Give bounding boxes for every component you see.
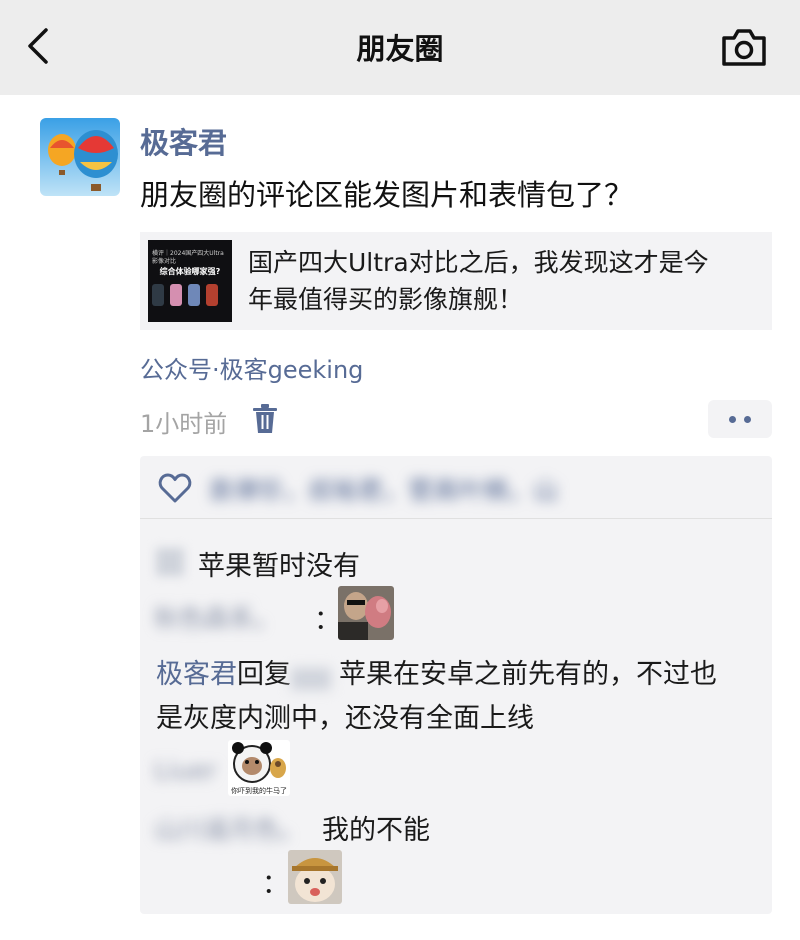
- reply-to-name[interactable]: [291, 667, 331, 690]
- commenter-name[interactable]: 山川遥月色。: [154, 810, 304, 846]
- reply-word: 回复: [237, 659, 291, 690]
- thumbnail-caption: 横评｜2024国产四大Ultra影像对比: [152, 250, 224, 265]
- shared-article-card[interactable]: 横评｜2024国产四大Ultra影像对比 综合体验哪家强? 国产四大Ultra对…: [140, 232, 772, 330]
- sticker-caption: 你吓到我的牛马了: [231, 787, 287, 795]
- sticker-cat-meme[interactable]: [288, 850, 342, 904]
- post-author[interactable]: 极客君: [140, 120, 227, 162]
- article-source[interactable]: 公众号·极客geeking: [140, 350, 363, 385]
- camera-icon[interactable]: [720, 26, 768, 68]
- article-thumbnail: 横评｜2024国产四大Ultra影像对比 综合体验哪家强?: [148, 240, 232, 322]
- thumbnail-phone: [170, 284, 182, 306]
- commenter-name[interactable]: 极客君: [156, 659, 237, 690]
- trash-icon[interactable]: [252, 404, 278, 434]
- likes-names[interactable]: 袁律珍，叔裕君，菅高叶楠，山: [208, 471, 558, 507]
- dot: [744, 416, 751, 423]
- commenter-name[interactable]: Liuer: [154, 756, 216, 785]
- thumbnail-phone: [152, 284, 164, 306]
- post-time: 1小时前: [140, 410, 228, 438]
- comment-reply: 极客君回复 苹果在安卓之前先有的，不过也: [156, 652, 717, 691]
- dot: [729, 416, 736, 423]
- article-title-line: 年最值得买的影像旗舰！: [248, 285, 524, 314]
- comment-text: 我的不能: [322, 815, 430, 846]
- likes-row: 袁律珍，叔裕君，菅高叶楠，山: [140, 456, 772, 519]
- interaction-panel: 袁律珍，叔裕君，菅高叶楠，山 苹果暂时没有 秋色森系。 ： 极客君回复 苹果在安卓…: [140, 456, 772, 914]
- thumbnail-phone: [188, 284, 200, 306]
- article-title-line: 国产四大Ultra对比之后，我发现这才是今: [248, 248, 709, 277]
- heart-icon: [158, 473, 192, 503]
- sticker-meme-man[interactable]: [338, 586, 394, 640]
- more-dots-icon[interactable]: [708, 400, 772, 438]
- avatar[interactable]: [40, 118, 120, 196]
- commenter-name[interactable]: 秋色森系。: [154, 599, 279, 635]
- post-text: 朋友圈的评论区能发图片和表情包了？: [140, 178, 634, 212]
- page-title: 朋友圈: [356, 32, 444, 66]
- thumbnail-title: 综合体验哪家强?: [159, 267, 221, 276]
- article-title: 国产四大Ultra对比之后，我发现这才是今 年最值得买的影像旗舰！: [248, 244, 760, 318]
- comment-text: 是灰度内测中，还没有全面上线: [156, 703, 534, 734]
- comment-text: 苹果在安卓之前先有的，不过也: [339, 659, 717, 690]
- comment-separator: ：: [314, 605, 341, 636]
- comment-text: 苹果暂时没有: [198, 551, 360, 582]
- thumbnail-phone: [206, 284, 218, 306]
- nav-bar: 朋友圈: [0, 0, 800, 95]
- sticker-panda-meme[interactable]: 你吓到我的牛马了: [228, 740, 290, 796]
- commenter-name[interactable]: [156, 548, 184, 576]
- comment-separator: ：: [262, 869, 289, 900]
